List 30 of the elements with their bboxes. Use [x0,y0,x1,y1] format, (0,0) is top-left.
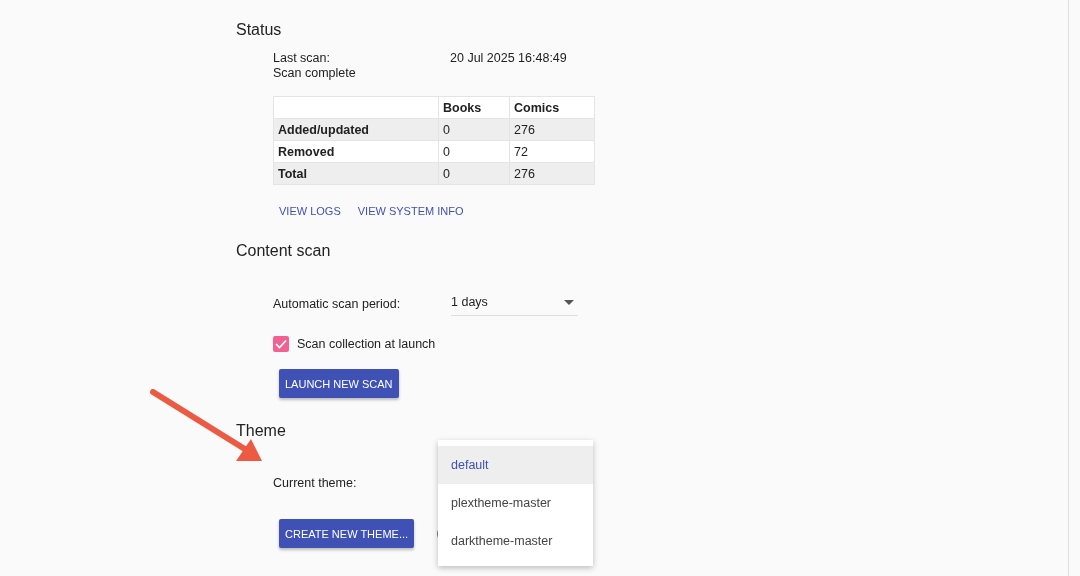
create-theme-button[interactable]: CREATE NEW THEME... [279,519,415,548]
text-link[interactable]: VIEW SYSTEM INFO [357,205,464,217]
last-scan-time: 20 Jul 2025 16:48:49 [450,51,567,67]
row-header: Total [273,162,439,185]
table-cell: 0 [438,162,510,185]
table-cell: 0 [438,140,510,163]
field-label: Automatic scan period: [273,296,402,311]
launch-scan-button[interactable]: LAUNCH NEW SCAN [279,369,399,398]
row-header: Added/updated [273,118,439,141]
section-heading: Theme [236,421,287,441]
table-cell: 276 [509,118,595,141]
table-cell: 0 [438,118,510,141]
checkbox-label: Scan collection at launch [297,337,436,351]
section-heading: Status [236,20,283,40]
row-header: Removed [273,140,439,163]
section-heading: Content scan [236,241,332,261]
scan-status: Scan complete [273,66,357,81]
column-header: Books [438,96,510,119]
text-link[interactable]: VIEW LOGS [279,205,341,217]
menu-item[interactable]: default [438,446,593,484]
menu-item[interactable]: darktheme-master [438,522,593,560]
column-header: Comics [509,96,595,119]
period-select[interactable]: 1 days [451,291,578,316]
table-cell: 72 [509,140,595,163]
table-cell: 276 [509,162,595,185]
checkbox[interactable] [273,336,289,352]
caret-icon [564,299,574,305]
last-scan-label: Last scan: [273,51,331,66]
field-label: Current theme: [273,476,357,490]
menu-item[interactable]: plextheme-master [438,484,593,522]
